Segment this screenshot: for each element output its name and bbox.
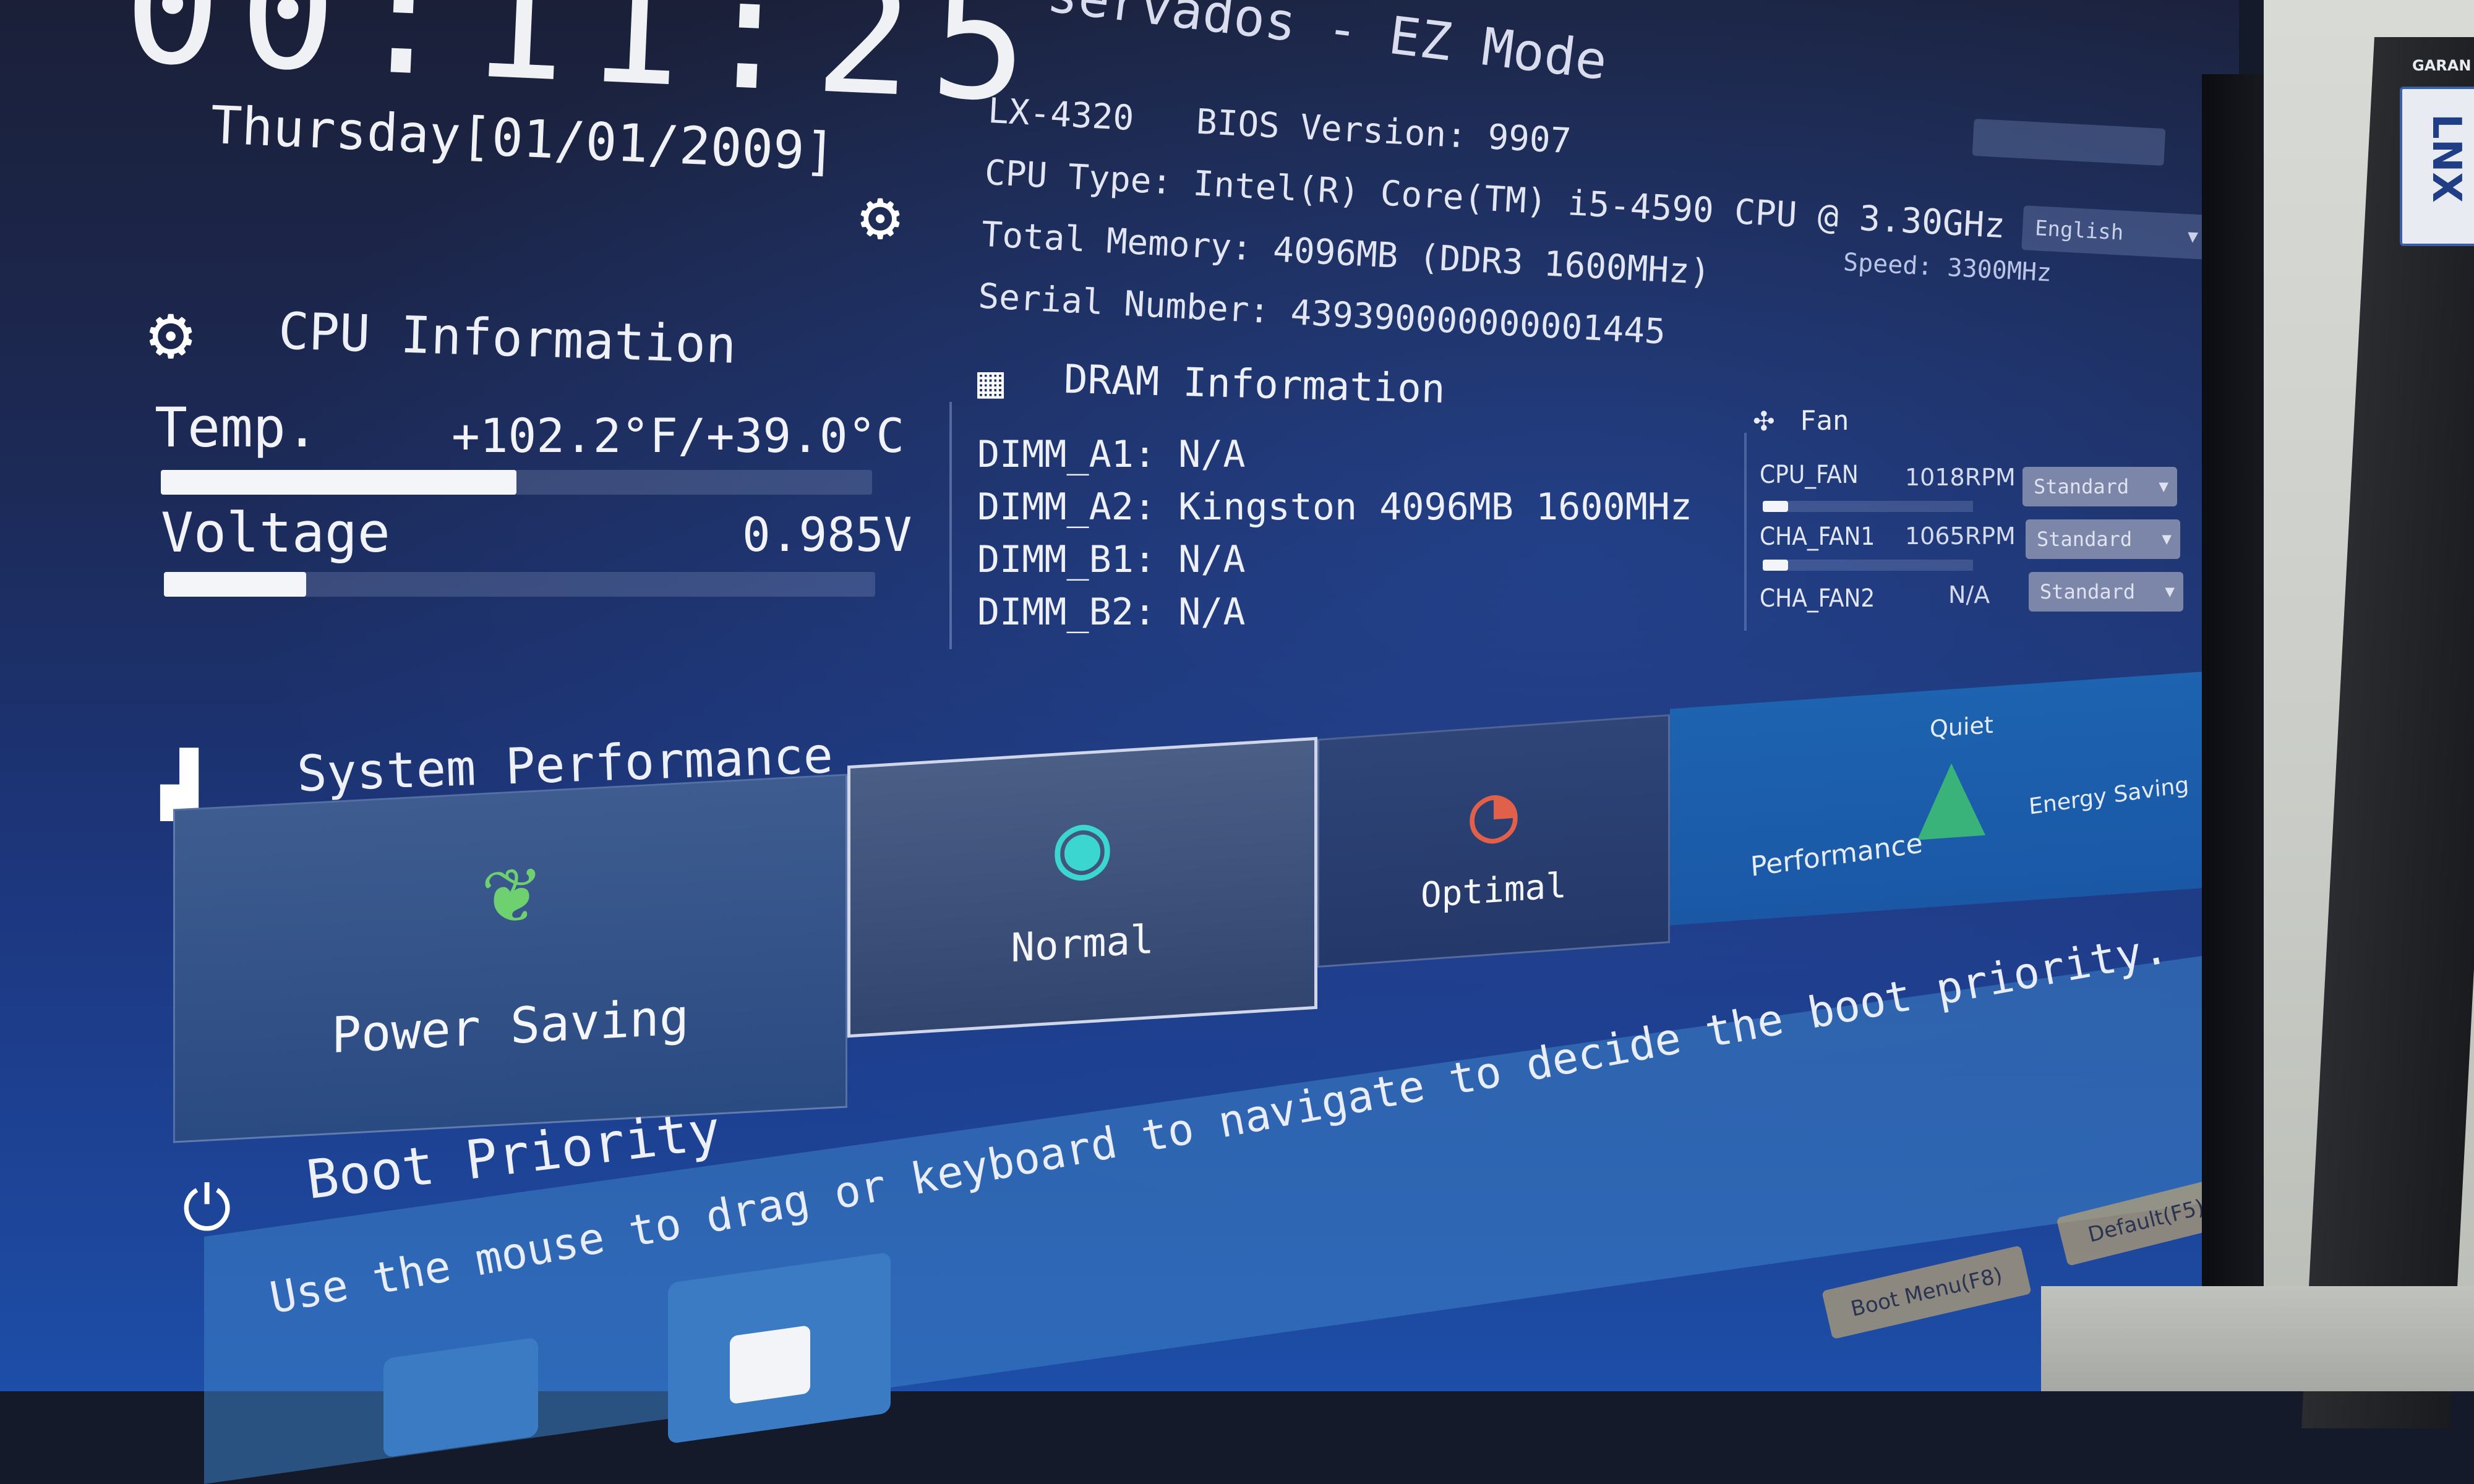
temp-bar-fill <box>161 470 516 495</box>
fan-mode-select[interactable]: Standard ▼ <box>2022 467 2177 506</box>
fan-rpm: 1065RPM <box>1905 522 2016 550</box>
fan-profile-graph[interactable]: Quiet Performance Energy Saving <box>1670 670 2227 926</box>
gauge-icon: ◉ <box>1054 790 1111 901</box>
normal-mode-button[interactable]: ◉ Normal <box>847 736 1317 1038</box>
temp-bar <box>161 470 872 495</box>
dimm-slot: DIMM_A1: N/A <box>977 433 1246 476</box>
voltage-bar <box>164 572 875 597</box>
fan-title: Fan <box>1800 405 1849 437</box>
graph-label-energy: Energy Saving <box>2027 772 2190 820</box>
graph-label-quiet: Quiet <box>1930 710 1993 743</box>
leaf-icon: ❦ <box>482 835 539 946</box>
language-select[interactable]: English ▼ <box>2021 205 2209 260</box>
fan-mode-select[interactable]: Standard ▼ <box>2026 519 2180 559</box>
fan-bar-fill <box>1763 501 1788 512</box>
boot-menu-button[interactable]: Boot Menu(F8) <box>1821 1245 2032 1340</box>
case-tag: GARAN <box>2412 57 2472 74</box>
bios-version: BIOS Version: 9907 <box>1195 101 1572 162</box>
chip-icon: ⚙ <box>148 291 194 377</box>
triangle-icon <box>1917 761 1985 840</box>
power-saving-mode-button[interactable]: ❦ Power Saving <box>173 774 847 1143</box>
language-value: English <box>2034 216 2125 245</box>
voltage-value: 0.985V <box>742 507 912 562</box>
fan-icon: ✣ <box>1753 399 1774 439</box>
mode-label: Power Saving <box>332 987 689 1065</box>
fan-mode-value: Standard <box>2037 527 2133 551</box>
fan-name: CPU_FAN <box>1760 461 1859 489</box>
temp-value: +102.2°F/+39.0°C <box>452 408 905 463</box>
fan-rpm: 1018RPM <box>1905 464 2016 491</box>
system-info: LX-4320 BIOS Version: 9907 CPU Type: Int… <box>977 80 2010 381</box>
mode-label: Normal <box>1011 916 1154 972</box>
model-name: LX-4320 <box>987 90 1135 139</box>
chevron-down-icon: ▼ <box>2159 477 2168 496</box>
temp-label: Temp. <box>155 396 319 459</box>
power-icon: ⏻ <box>182 1172 232 1244</box>
dram-info-title: DRAM Information <box>1063 356 1446 413</box>
fan-rpm: N/A <box>1948 581 1990 608</box>
fan-mode-select[interactable]: Standard ▼ <box>2029 572 2183 612</box>
voltage-bar-fill <box>164 572 306 597</box>
gear-icon[interactable]: ⚙ <box>860 176 901 255</box>
fan-mode-value: Standard <box>2034 475 2129 498</box>
section-divider <box>1744 433 1747 631</box>
fan-mode-value: Standard <box>2040 580 2136 603</box>
voltage-label: Voltage <box>161 501 390 565</box>
chevron-down-icon: ▼ <box>2187 226 2199 247</box>
ram-icon: ▦ <box>977 356 1004 407</box>
fan-bar <box>1763 560 1973 571</box>
dimm-slot: DIMM_B1: N/A <box>977 538 1246 581</box>
chevron-down-icon: ▼ <box>2165 582 2175 601</box>
section-divider <box>949 402 952 649</box>
fan-bar <box>1763 501 1973 512</box>
mode-label: Optimal <box>1420 865 1567 916</box>
page-title: servados - EZ Mode <box>1044 0 1611 92</box>
boot-device[interactable] <box>668 1252 891 1444</box>
chevron-down-icon: ▼ <box>2162 530 2172 548</box>
dimm-slot: DIMM_B2: N/A <box>977 591 1246 634</box>
fan-bar-fill <box>1763 560 1788 571</box>
fan-name: CHA_FAN2 <box>1760 584 1875 613</box>
optimal-mode-button[interactable]: ◔ Optimal <box>1317 714 1670 968</box>
case-sticker: LNX <box>2400 87 2474 246</box>
graph-label-performance: Performance <box>1749 827 1924 883</box>
cpu-info-title: CPU Information <box>277 302 737 375</box>
bios-screen: 00:11:25 Thursday[01/01/2009] ⚙ servados… <box>0 0 2245 1484</box>
fan-name: CHA_FAN1 <box>1760 522 1875 551</box>
dimm-slot: DIMM_A2: Kingston 4096MB 1600MHz <box>977 485 1692 529</box>
speedometer-icon: ◔ <box>1469 764 1518 861</box>
hard-drive-icon <box>730 1324 810 1405</box>
desk <box>2041 1286 2474 1391</box>
